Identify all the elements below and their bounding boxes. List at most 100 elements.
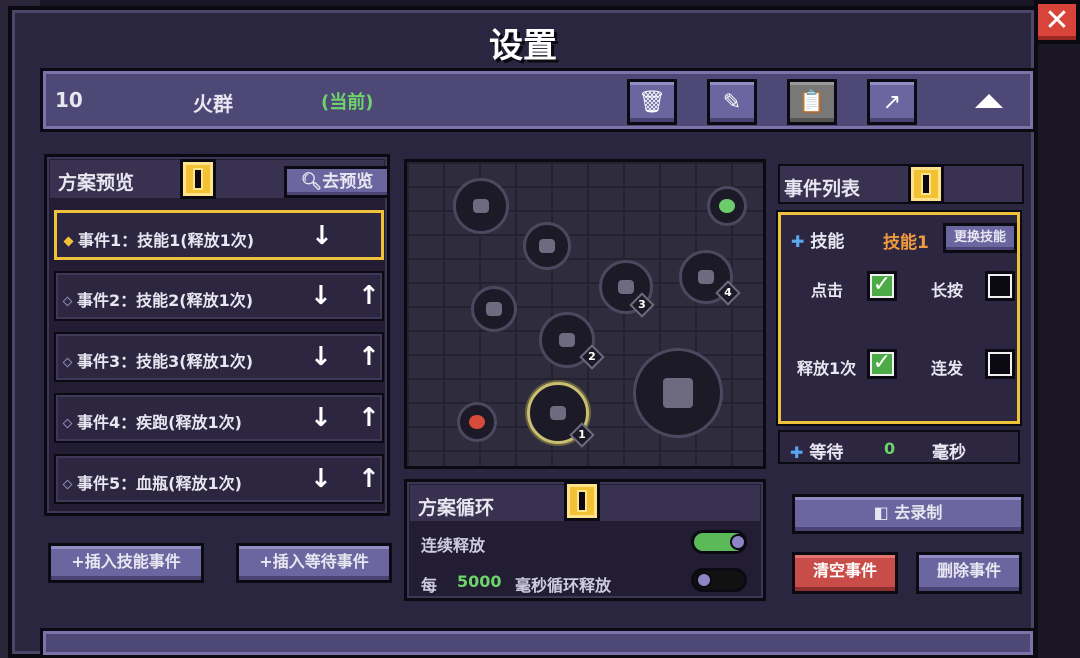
go-record-button[interactable]: ◧ 去录制 bbox=[792, 494, 1024, 534]
scheme-bar[interactable]: 10 火群 (当前) 🗑 ✎ 📋 ↗ bbox=[40, 68, 1036, 132]
delete-event-button[interactable]: 删除事件 bbox=[916, 552, 1022, 594]
skill-node[interactable] bbox=[471, 286, 517, 332]
loop-panel-header: 方案循环 bbox=[410, 481, 760, 521]
skill-icon bbox=[559, 333, 575, 347]
preview-panel-header: 方案预览 🔍︎去预览 bbox=[50, 159, 390, 199]
preview-panel: 方案预览 🔍︎去预览 事件1：技能1(释放1次) ↓ 事件2：技能2(释放1次)… bbox=[44, 154, 390, 516]
info-icon[interactable] bbox=[564, 481, 600, 521]
event-row-5[interactable]: 事件5：血瓶(释放1次) ↓ ↑ bbox=[54, 454, 384, 504]
move-up-icon[interactable]: ↑ bbox=[358, 405, 380, 431]
move-down-icon[interactable]: ↓ bbox=[310, 466, 332, 492]
skill-node[interactable] bbox=[523, 222, 571, 270]
event-list-title: 事件列表 bbox=[784, 178, 861, 200]
scheme-number: 10 bbox=[55, 88, 83, 112]
wait-label: ✚ 等待 bbox=[790, 443, 844, 463]
window-title: 设置 bbox=[489, 26, 557, 66]
loop-title: 方案循环 bbox=[418, 497, 495, 519]
close-button[interactable]: ✕ bbox=[1034, 0, 1080, 44]
collapse-button[interactable] bbox=[969, 89, 1009, 113]
hold-checkbox[interactable] bbox=[985, 271, 1015, 301]
info-icon[interactable] bbox=[180, 159, 216, 199]
click-checkbox[interactable]: ✓ bbox=[867, 271, 897, 301]
scheme-name: 火群 bbox=[193, 92, 233, 116]
once-checkbox[interactable]: ✓ bbox=[867, 349, 897, 379]
current-tag: (当前) bbox=[321, 92, 374, 113]
event-label: 事件2：技能2(释放1次) bbox=[62, 287, 253, 311]
skill-icon bbox=[698, 270, 714, 284]
go-preview-button[interactable]: 🔍︎去预览 bbox=[284, 166, 390, 198]
clear-scheme-button[interactable]: ✎ bbox=[707, 79, 757, 125]
event-label: 事件4：疾跑(释放1次) bbox=[62, 409, 242, 433]
skill-icon bbox=[719, 199, 735, 213]
event-row-4[interactable]: 事件4：疾跑(释放1次) ↓ ↑ bbox=[54, 393, 384, 443]
eraser-icon: ✎ bbox=[722, 89, 742, 115]
potion-icon bbox=[469, 415, 485, 429]
potion-node[interactable] bbox=[457, 402, 497, 442]
trash-icon: 🗑 bbox=[638, 89, 666, 115]
settings-window: 设置 10 火群 (当前) 🗑 ✎ 📋 ↗ 方案预览 🔍︎去预览 事件1：技能1… bbox=[8, 6, 1038, 658]
clear-events-button[interactable]: 清空事件 bbox=[792, 552, 898, 594]
move-down-icon[interactable]: ↓ bbox=[310, 405, 332, 431]
move-joystick[interactable] bbox=[633, 348, 723, 438]
info-icon[interactable] bbox=[908, 164, 944, 204]
go-record-label: 去录制 bbox=[894, 503, 943, 522]
hold-label: 长按 bbox=[931, 281, 964, 300]
export-icon: ↗ bbox=[882, 89, 902, 115]
skill-config-box: ✚ 技能 技能1 更换技能 点击 ✓ 长按 释放1次 ✓ 连发 bbox=[778, 212, 1020, 424]
interval-suffix: 毫秒循环释放 bbox=[515, 576, 612, 595]
continuous-toggle[interactable] bbox=[691, 530, 747, 554]
event-row-1[interactable]: 事件1：技能1(释放1次) ↓ bbox=[54, 210, 384, 260]
interval-input[interactable]: 5000 bbox=[457, 572, 502, 591]
skill-map: 3 4 2 1 bbox=[404, 159, 766, 469]
burst-checkbox[interactable] bbox=[985, 349, 1015, 379]
wait-unit: 毫秒 bbox=[932, 443, 966, 463]
clipboard-icon: 📋 bbox=[798, 89, 826, 115]
insert-wait-event-button[interactable]: +插入等待事件 bbox=[236, 543, 392, 583]
insert-skill-event-button[interactable]: +插入技能事件 bbox=[48, 543, 204, 583]
skill-value: 技能1 bbox=[883, 233, 929, 253]
skill-node[interactable] bbox=[707, 186, 747, 226]
next-scheme-bar[interactable] bbox=[40, 628, 1036, 658]
interval-toggle[interactable] bbox=[691, 568, 747, 592]
plus-icon: ✚ bbox=[791, 232, 805, 251]
plus-icon: ✚ bbox=[790, 443, 804, 462]
hand-icon bbox=[663, 378, 693, 408]
once-label: 释放1次 bbox=[797, 359, 857, 378]
move-up-icon[interactable]: ↑ bbox=[358, 283, 380, 309]
swap-skill-button[interactable]: 更换技能 bbox=[943, 223, 1017, 253]
skill-node[interactable] bbox=[453, 178, 509, 234]
skill-icon bbox=[618, 280, 634, 294]
event-list-panel: 事件列表 ✚ 技能 技能1 更换技能 点击 ✓ 长按 释放1次 ✓ 连发 ✚ 等待 … bbox=[778, 164, 1024, 464]
every-label: 每 bbox=[421, 576, 438, 595]
move-down-icon[interactable]: ↓ bbox=[310, 283, 332, 309]
skill-label: ✚ 技能 bbox=[791, 232, 845, 252]
move-down-icon[interactable]: ↓ bbox=[310, 344, 332, 370]
event-row-3[interactable]: 事件3：技能3(释放1次) ↓ ↑ bbox=[54, 332, 384, 382]
export-scheme-button[interactable]: ↗ bbox=[867, 79, 917, 125]
loop-panel: 方案循环 连续释放 每 5000 毫秒循环释放 bbox=[404, 479, 766, 601]
event-label: 事件5：血瓶(释放1次) bbox=[62, 470, 242, 494]
move-down-icon[interactable]: ↓ bbox=[311, 223, 333, 249]
burst-label: 连发 bbox=[931, 359, 964, 378]
magnifier-icon: 🔍︎ bbox=[300, 172, 323, 192]
wait-value[interactable]: 0 bbox=[884, 439, 895, 458]
wait-row[interactable]: ✚ 等待 0 毫秒 bbox=[778, 430, 1020, 464]
preview-title: 方案预览 bbox=[58, 172, 135, 194]
skill-icon bbox=[473, 199, 489, 213]
paste-scheme-button[interactable]: 📋 bbox=[787, 79, 837, 125]
continuous-label: 连续释放 bbox=[421, 536, 486, 555]
skill-icon bbox=[550, 406, 566, 420]
event-label: 事件3：技能3(释放1次) bbox=[62, 348, 253, 372]
move-up-icon[interactable]: ↑ bbox=[358, 466, 380, 492]
move-up-icon[interactable]: ↑ bbox=[358, 344, 380, 370]
click-label: 点击 bbox=[811, 281, 844, 300]
chevron-up-icon bbox=[975, 94, 1003, 108]
event-list-header: 事件列表 bbox=[778, 164, 1024, 204]
skill-icon bbox=[486, 302, 502, 316]
event-label: 事件1：技能1(释放1次) bbox=[63, 227, 254, 251]
skill-icon bbox=[539, 239, 555, 253]
event-row-2[interactable]: 事件2：技能2(释放1次) ↓ ↑ bbox=[54, 271, 384, 321]
close-icon: ✕ bbox=[1044, 3, 1070, 38]
delete-scheme-button[interactable]: 🗑 bbox=[627, 79, 677, 125]
go-preview-label: 去预览 bbox=[322, 172, 374, 192]
